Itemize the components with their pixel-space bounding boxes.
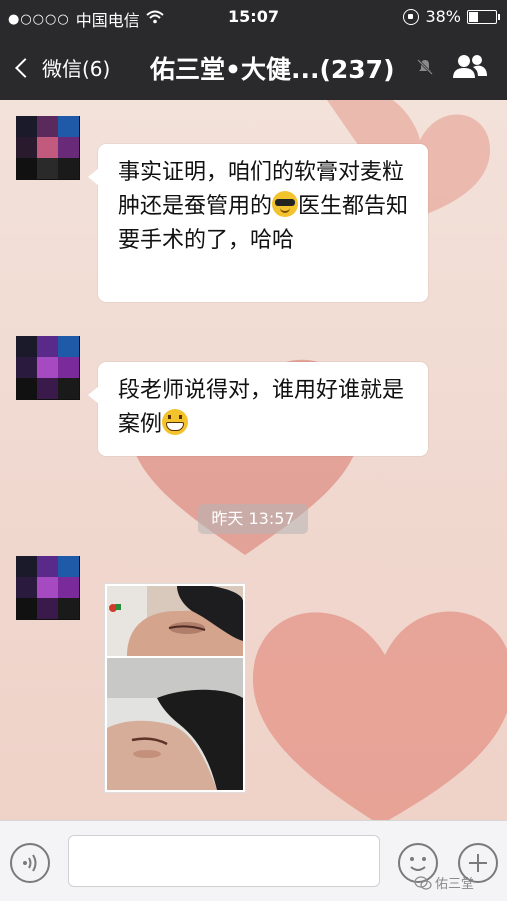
mute-icon <box>417 59 433 75</box>
photo-eye-closeup-1 <box>107 586 243 656</box>
sunglasses-emoji-icon <box>272 191 299 217</box>
message-input[interactable] <box>68 835 380 887</box>
group-info-icon[interactable] <box>451 52 489 80</box>
watermark-text: 佑三堂 <box>435 877 475 892</box>
avatar[interactable] <box>16 556 80 620</box>
back-label: 微信(6) <box>42 57 111 81</box>
chat-title: 佑三堂•大健...(237) <box>150 55 395 84</box>
message-bubble[interactable]: 事实证明，咱们的软膏对麦粒肿还是蚕管用的 医生都告知要手术的了，哈哈 <box>88 144 428 302</box>
input-bar: 佑三堂 <box>0 820 507 901</box>
background-heart-decoration <box>253 611 507 820</box>
message-bubble[interactable]: 段老师说得对，谁用好谁就是案例 <box>88 362 428 456</box>
message-text: 段老师说得对，谁用好谁就是案例 <box>118 378 405 437</box>
photo-eye-closeup-2 <box>107 658 243 790</box>
back-button[interactable]: 微信(6) <box>14 53 110 82</box>
chat-area[interactable]: 事实证明，咱们的软膏对麦粒肿还是蚕管用的 医生都告知要手术的了，哈哈 段老师说得对… <box>0 100 507 820</box>
grin-emoji-icon <box>162 409 189 435</box>
image-message[interactable] <box>104 583 246 793</box>
avatar[interactable] <box>16 336 80 400</box>
watermark: 佑三堂 <box>414 873 474 892</box>
status-bar: ●○○○○ 中国电信 15:07 38% <box>0 0 507 34</box>
battery-percentage: 38% <box>425 7 461 26</box>
wechat-logo-icon <box>414 875 432 890</box>
message-timestamp: 昨天 13:57 <box>198 504 308 534</box>
avatar[interactable] <box>16 116 80 180</box>
voice-icon <box>23 854 37 872</box>
rotation-lock-icon <box>403 8 420 25</box>
chevron-left-icon <box>15 57 35 78</box>
battery-icon <box>467 9 500 24</box>
chat-header: 微信(6) 佑三堂•大健...(237) <box>0 34 507 100</box>
status-right: 38% <box>403 7 500 26</box>
voice-input-button[interactable] <box>10 843 50 883</box>
